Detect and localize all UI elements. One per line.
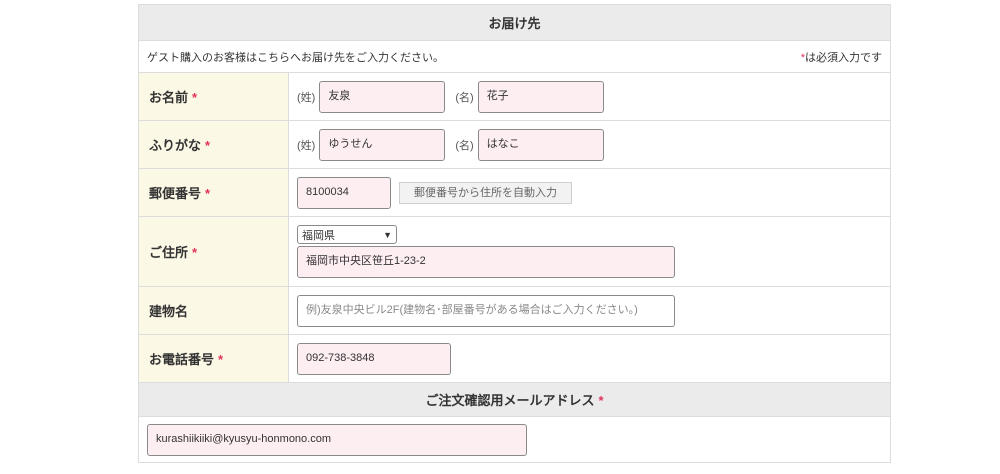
building-label: 建物名 [149,304,189,319]
building-input[interactable]: 例)友泉中央ビル2F(建物名･部屋番号がある場合はご入力ください。) [297,294,675,327]
chevron-down-icon: ▼ [383,229,392,240]
phone-required-mark: * [218,352,224,367]
first-kana-input[interactable]: はなこ [477,128,604,161]
address-field-cell: 福岡県 ▼ 福岡市中央区笹丘1-23-2 [287,216,892,287]
required-note: *は必須入力です [801,49,882,65]
phone-label-cell: お電話番号 * [138,334,289,383]
name-label-cell: お名前 * [138,72,289,121]
address-input[interactable]: 福岡市中央区笹丘1-23-2 [297,246,675,278]
last-kana-input[interactable]: ゆうせん [319,128,446,161]
postal-required-mark: * [205,186,211,201]
postal-label-cell: 郵便番号 * [138,168,289,217]
section-title-text: お届け先 [488,16,541,31]
email-section-title-text: ご注文確認用メールアドレス [425,393,595,408]
guest-note: ゲスト購入のお客様はこちらへお届け先をご入力ください。 [147,51,444,64]
name-label: お名前 [149,90,189,105]
phone-input[interactable]: 092-738-3848 [297,342,451,375]
last-kana-prefix: (姓) [297,139,316,152]
email-input[interactable]: kurashiikiiki@kyusyu-honmono.com [147,423,527,456]
prefecture-select[interactable]: 福岡県 ▼ [297,225,397,244]
kana-field-cell: (姓) ゆうせん (名) はなこ [287,120,892,169]
building-field-cell: 例)友泉中央ビル2F(建物名･部屋番号がある場合はご入力ください。) [287,286,892,335]
delivery-form: お届け先 ゲスト購入のお客様はこちらへお届け先をご入力ください。 *は必須入力で… [137,4,892,463]
first-kana-prefix: (名) [455,139,474,152]
email-required-mark: * [598,393,604,408]
prefecture-value: 福岡県 [302,229,335,242]
address-required-mark: * [192,245,198,260]
name-required-mark: * [192,90,198,105]
building-label-cell: 建物名 [138,286,289,335]
name-field-cell: (姓) 友泉 (名) 花子 [287,72,892,121]
address-label-cell: ご住所 * [138,216,289,287]
email-section-title: ご注文確認用メールアドレス * [137,382,892,417]
section-title: お届け先 [137,4,892,41]
first-name-input[interactable]: 花子 [477,80,604,113]
note-row: ゲスト購入のお客様はこちらへお届け先をご入力ください。 *は必須入力です [137,40,892,73]
postal-field-cell: 8100034 郵便番号から住所を自動入力 [287,168,892,217]
kana-label: ふりがな [149,138,202,153]
last-name-input[interactable]: 友泉 [319,80,446,113]
first-name-prefix: (名) [455,91,474,104]
address-label: ご住所 [149,245,189,260]
postal-label: 郵便番号 [149,186,202,201]
email-field-cell: kurashiikiiki@kyusyu-honmono.com [137,416,892,463]
kana-label-cell: ふりがな * [138,120,289,169]
postal-autofill-button[interactable]: 郵便番号から住所を自動入力 [399,181,572,204]
kana-required-mark: * [205,138,211,153]
phone-label: お電話番号 [149,352,215,367]
postal-code-input[interactable]: 8100034 [297,176,391,209]
phone-field-cell: 092-738-3848 [287,334,892,383]
last-name-prefix: (姓) [297,91,316,104]
required-note-text: は必須入力です [805,51,883,64]
